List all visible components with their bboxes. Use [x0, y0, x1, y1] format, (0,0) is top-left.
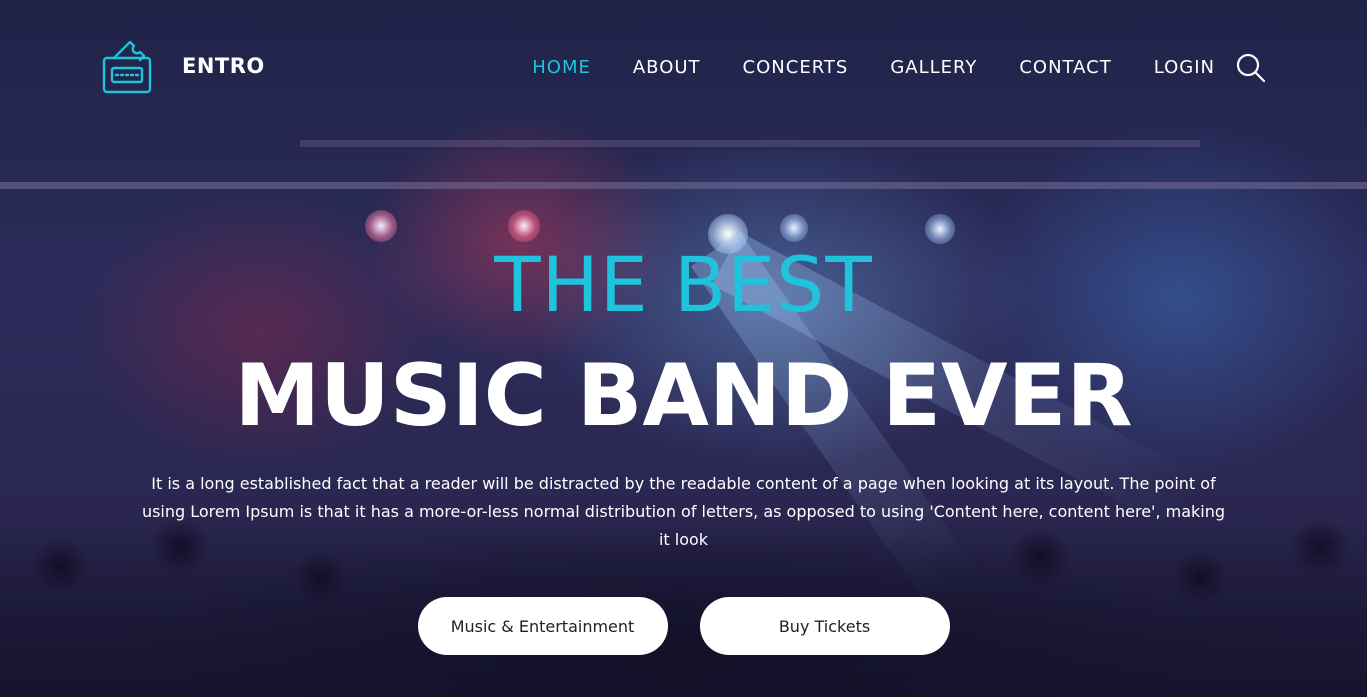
nav-login[interactable]: LOGIN — [1154, 54, 1215, 82]
buy-tickets-button[interactable]: Buy Tickets — [699, 597, 950, 655]
site-header: ENTRO HOME ABOUT CONCERTS GALLERY CONTAC… — [0, 0, 1367, 130]
nav-gallery[interactable]: GALLERY — [890, 54, 977, 82]
hero-description: It is a long established fact that a rea… — [141, 474, 1226, 549]
stage-truss — [0, 182, 1367, 189]
hero-actions: Music & Entertainment Buy Tickets — [0, 597, 1367, 655]
stage-light — [508, 210, 540, 242]
hero-title: MUSIC BAND EVER — [234, 346, 1133, 446]
ticket-icon — [102, 40, 152, 94]
search-icon[interactable] — [1235, 52, 1267, 84]
logo[interactable]: ENTRO — [100, 36, 265, 96]
brand-name: ENTRO — [182, 54, 265, 78]
nav-about[interactable]: ABOUT — [633, 54, 701, 82]
nav-contact[interactable]: CONTACT — [1019, 54, 1111, 82]
stage-light — [780, 214, 808, 242]
stage-truss — [300, 140, 1200, 147]
hero-subtitle: THE BEST — [494, 240, 873, 329]
stage-light — [365, 210, 397, 242]
music-entertainment-button[interactable]: Music & Entertainment — [417, 597, 668, 655]
nav-concerts[interactable]: CONCERTS — [743, 54, 849, 82]
main-nav: HOME ABOUT CONCERTS GALLERY CONTACT LOGI… — [532, 52, 1267, 84]
nav-home[interactable]: HOME — [532, 54, 591, 82]
